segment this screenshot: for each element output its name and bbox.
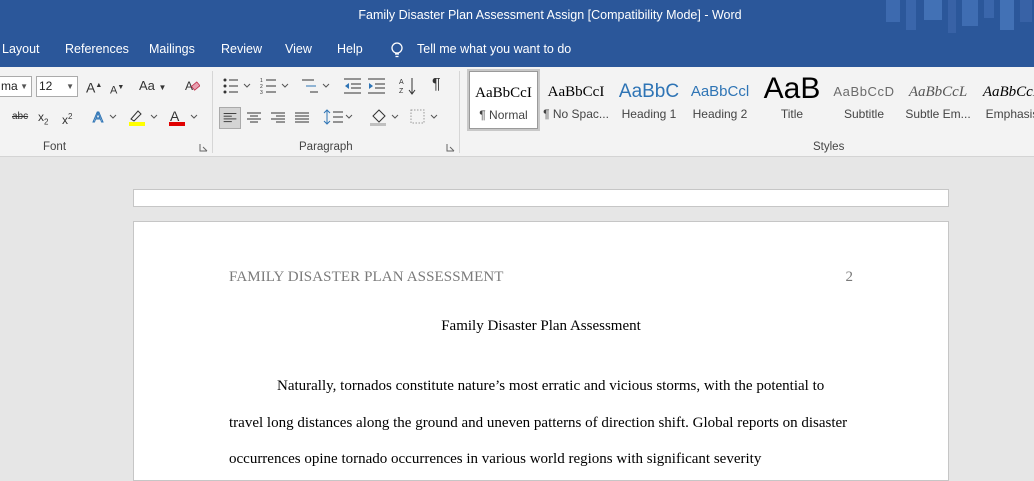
align-center-icon[interactable]: [245, 110, 263, 126]
style-sample: AaB: [763, 72, 821, 105]
borders-icon[interactable]: [409, 108, 441, 126]
style-name: Heading 2: [692, 107, 748, 121]
bullets-icon[interactable]: [222, 77, 254, 95]
font-color-icon[interactable]: A: [168, 108, 200, 126]
superscript-mark: 2: [68, 112, 73, 121]
ribbon-tabs: Layout References Mailings Review View H…: [0, 33, 1034, 67]
body-paragraph: Naturally, tornados constitute nature’s …: [229, 378, 848, 467]
clear-formatting-icon[interactable]: A: [184, 78, 200, 94]
style-sample: AaBbCcL: [982, 84, 1034, 100]
title-bar: Family Disaster Plan Assessment Assign […: [0, 0, 1034, 33]
previous-page-edge: [133, 189, 949, 207]
strikethrough-button[interactable]: abc: [12, 109, 28, 125]
page-number: 2: [845, 269, 854, 285]
grow-font-glyph: A: [86, 79, 96, 96]
style-heading-1[interactable]: AaBbC Heading 1: [615, 71, 683, 129]
sort-icon[interactable]: AZ: [399, 76, 417, 96]
line-spacing-icon[interactable]: [323, 108, 355, 126]
group-separator: [212, 71, 213, 153]
dialog-launcher-icon[interactable]: [199, 143, 208, 152]
style-name: Subtitle: [843, 107, 885, 121]
style-sample: AaBbCcI: [475, 85, 532, 101]
style-sample: AaBbC: [618, 81, 680, 102]
style-name: Emphasis: [985, 107, 1034, 121]
align-left-icon[interactable]: [219, 107, 241, 129]
change-case-button[interactable]: Aa ▼: [139, 78, 166, 96]
shading-icon[interactable]: [369, 107, 401, 127]
style-subtitle[interactable]: AaBbCcD Subtitle: [829, 71, 899, 129]
style-emphasis[interactable]: AaBbCcL Emphasis: [977, 71, 1034, 129]
font-name-value: ma: [1, 79, 18, 93]
title-bar-pattern: [886, 0, 1032, 33]
style-sample: AaBbCcl: [690, 83, 750, 100]
tell-me-search[interactable]: Tell me what you want to do: [417, 42, 571, 56]
tab-help[interactable]: Help: [337, 42, 363, 56]
tab-mailings[interactable]: Mailings: [149, 42, 195, 56]
show-formatting-marks-button[interactable]: ¶: [432, 77, 441, 93]
text-effects-icon[interactable]: A: [92, 109, 118, 125]
running-head: FAMILY DISASTER PLAN ASSESSMENT: [229, 269, 504, 285]
multilevel-list-icon[interactable]: [300, 77, 332, 95]
font-size-combo[interactable]: 12 ▼: [36, 76, 78, 97]
text-highlight-icon[interactable]: [128, 108, 160, 126]
style-normal[interactable]: AaBbCcI ¶ Normal: [467, 69, 540, 131]
style-title[interactable]: AaB Title: [759, 71, 825, 129]
style-name: Heading 1: [621, 107, 677, 121]
style-subtle-emphasis[interactable]: AaBbCcL Subtle Em...: [902, 71, 974, 129]
font-size-value: 12: [39, 79, 53, 93]
tab-references[interactable]: References: [65, 42, 129, 56]
style-sample: AaBbCcI: [547, 84, 605, 100]
decrease-indent-icon[interactable]: [343, 77, 363, 95]
superscript-button[interactable]: x2: [62, 109, 72, 128]
ribbon: ma ▼ 12 ▼ A▲ A▼ Aa ▼ A abc x2 x2 A A Fon…: [0, 67, 1034, 157]
chevron-down-icon[interactable]: ▼: [20, 77, 28, 96]
font-name-combo[interactable]: ma ▼: [0, 76, 32, 97]
align-right-icon[interactable]: [269, 110, 287, 126]
numbering-icon[interactable]: 123: [260, 77, 292, 95]
window-title: Family Disaster Plan Assessment Assign […: [358, 8, 742, 22]
style-sample: AaBbCcL: [908, 84, 968, 100]
increase-indent-icon[interactable]: [367, 77, 387, 95]
styles-group-label: Styles: [813, 141, 845, 153]
style-name: Title: [780, 107, 804, 121]
font-group-label: Font: [43, 141, 67, 153]
styles-gallery: AaBbCcI ¶ Normal AaBbCcI ¶ No Spac... Aa…: [467, 69, 1034, 131]
tab-view[interactable]: View: [285, 42, 312, 56]
tab-review[interactable]: Review: [221, 42, 262, 56]
chevron-down-icon[interactable]: ▼: [66, 77, 74, 96]
style-sample: AaBbCcD: [833, 84, 895, 99]
svg-text:A: A: [399, 79, 404, 86]
document-page[interactable]: FAMILY DISASTER PLAN ASSESSMENT 2 Family…: [133, 221, 949, 481]
style-name: ¶ Normal: [479, 108, 528, 122]
tab-layout[interactable]: Layout: [2, 42, 40, 56]
shrink-font-button[interactable]: A▼: [110, 80, 124, 99]
grow-font-button[interactable]: A▲: [86, 78, 102, 96]
style-heading-2[interactable]: AaBbCcl Heading 2: [685, 71, 755, 129]
subscript-mark: 2: [44, 117, 49, 127]
svg-text:A: A: [93, 109, 103, 125]
style-name: ¶ No Spac...: [543, 107, 609, 121]
change-case-glyph: Aa: [139, 78, 155, 93]
document-title: Family Disaster Plan Assessment: [441, 318, 641, 334]
style-name: Subtle Em...: [905, 107, 971, 121]
paragraph-group-label: Paragraph: [299, 141, 353, 153]
group-separator: [459, 71, 460, 153]
justify-icon[interactable]: [293, 110, 311, 126]
style-no-spacing[interactable]: AaBbCcI ¶ No Spac...: [541, 71, 611, 129]
dialog-launcher-icon[interactable]: [446, 143, 455, 152]
svg-text:A: A: [170, 108, 180, 124]
svg-text:Z: Z: [399, 88, 404, 95]
lightbulb-icon: [391, 42, 403, 58]
subscript-button[interactable]: x2: [38, 109, 48, 130]
svg-text:3: 3: [260, 90, 263, 95]
